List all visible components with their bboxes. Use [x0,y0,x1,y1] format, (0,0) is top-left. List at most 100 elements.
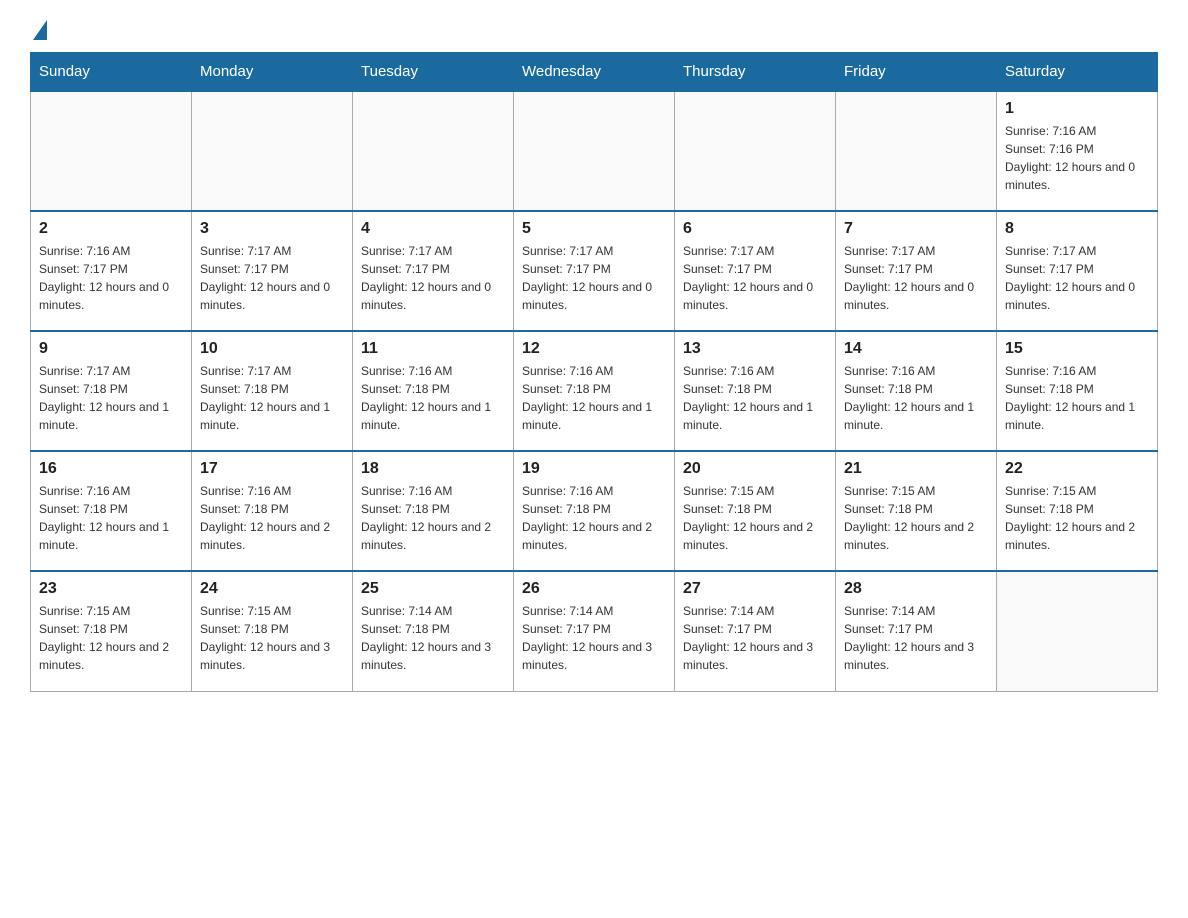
calendar-cell: 17 Sunrise: 7:16 AMSunset: 7:18 PMDayligh… [192,451,353,571]
day-number: 11 [361,340,505,358]
day-info: Sunrise: 7:16 AMSunset: 7:18 PMDaylight:… [683,362,827,434]
calendar-cell: 23 Sunrise: 7:15 AMSunset: 7:18 PMDayligh… [31,571,192,691]
day-number: 23 [39,580,183,598]
page-header [30,20,1158,42]
day-info: Sunrise: 7:15 AMSunset: 7:18 PMDaylight:… [683,482,827,554]
day-info: Sunrise: 7:15 AMSunset: 7:18 PMDaylight:… [1005,482,1149,554]
calendar-cell: 3Sunrise: 7:17 AMSunset: 7:17 PMDaylight… [192,211,353,331]
day-info: Sunrise: 7:17 AMSunset: 7:17 PMDaylight:… [361,242,505,314]
day-number: 22 [1005,460,1149,478]
calendar-cell [514,91,675,211]
day-number: 27 [683,580,827,598]
day-info: Sunrise: 7:16 AMSunset: 7:17 PMDaylight:… [39,242,183,314]
day-number: 8 [1005,220,1149,238]
calendar-cell: 24 Sunrise: 7:15 AMSunset: 7:18 PMDayligh… [192,571,353,691]
weekday-header-wednesday: Wednesday [514,53,675,92]
day-number: 6 [683,220,827,238]
calendar-cell: 18 Sunrise: 7:16 AMSunset: 7:18 PMDayligh… [353,451,514,571]
day-number: 18 [361,460,505,478]
day-info: Sunrise: 7:14 AMSunset: 7:17 PMDaylight:… [683,602,827,674]
day-info: Sunrise: 7:15 AMSunset: 7:18 PMDaylight:… [200,602,344,674]
logo [30,20,47,42]
day-number: 2 [39,220,183,238]
day-number: 14 [844,340,988,358]
week-row-3: 9 Sunrise: 7:17 AMSunset: 7:18 PMDaylight… [31,331,1158,451]
day-number: 10 [200,340,344,358]
day-info: Sunrise: 7:16 AMSunset: 7:18 PMDaylight:… [844,362,988,434]
calendar-cell: 19 Sunrise: 7:16 AMSunset: 7:18 PMDayligh… [514,451,675,571]
day-info: Sunrise: 7:17 AMSunset: 7:17 PMDaylight:… [1005,242,1149,314]
day-number: 21 [844,460,988,478]
day-info: Sunrise: 7:16 AMSunset: 7:18 PMDaylight:… [1005,362,1149,434]
calendar-cell: 10 Sunrise: 7:17 AMSunset: 7:18 PMDayligh… [192,331,353,451]
day-info: Sunrise: 7:16 AMSunset: 7:18 PMDaylight:… [39,482,183,554]
calendar-cell: 13 Sunrise: 7:16 AMSunset: 7:18 PMDayligh… [675,331,836,451]
day-number: 5 [522,220,666,238]
week-row-2: 2 Sunrise: 7:16 AMSunset: 7:17 PMDaylight… [31,211,1158,331]
calendar-cell: 7 Sunrise: 7:17 AMSunset: 7:17 PMDaylight… [836,211,997,331]
calendar-cell: 9Sunrise: 7:17 AMSunset: 7:18 PMDaylight… [31,331,192,451]
day-number: 16 [39,460,183,478]
day-info: Sunrise: 7:16 AMSunset: 7:18 PMDaylight:… [361,482,505,554]
calendar-cell [675,91,836,211]
day-number: 7 [844,220,988,238]
day-info: Sunrise: 7:14 AMSunset: 7:18 PMDaylight:… [361,602,505,674]
calendar-cell: 28 Sunrise: 7:14 AMSunset: 7:17 PMDayligh… [836,571,997,691]
day-number: 19 [522,460,666,478]
calendar-cell [836,91,997,211]
calendar-cell [997,571,1158,691]
calendar-cell: 26Sunrise: 7:14 AMSunset: 7:17 PMDayligh… [514,571,675,691]
calendar-cell: 22 Sunrise: 7:15 AMSunset: 7:18 PMDayligh… [997,451,1158,571]
day-info: Sunrise: 7:14 AMSunset: 7:17 PMDaylight:… [522,602,666,674]
calendar-cell: 5 Sunrise: 7:17 AMSunset: 7:17 PMDaylight… [514,211,675,331]
day-info: Sunrise: 7:17 AMSunset: 7:18 PMDaylight:… [200,362,344,434]
calendar-cell [31,91,192,211]
day-number: 15 [1005,340,1149,358]
weekday-header-friday: Friday [836,53,997,92]
calendar-cell: 11Sunrise: 7:16 AMSunset: 7:18 PMDayligh… [353,331,514,451]
day-info: Sunrise: 7:16 AMSunset: 7:18 PMDaylight:… [522,482,666,554]
day-number: 28 [844,580,988,598]
calendar-cell: 27 Sunrise: 7:14 AMSunset: 7:17 PMDayligh… [675,571,836,691]
weekday-header-thursday: Thursday [675,53,836,92]
week-row-4: 16 Sunrise: 7:16 AMSunset: 7:18 PMDayligh… [31,451,1158,571]
day-number: 25 [361,580,505,598]
day-info: Sunrise: 7:17 AMSunset: 7:17 PMDaylight:… [683,242,827,314]
week-row-1: 1Sunrise: 7:16 AMSunset: 7:16 PMDaylight… [31,91,1158,211]
calendar-cell: 1Sunrise: 7:16 AMSunset: 7:16 PMDaylight… [997,91,1158,211]
calendar-cell: 12 Sunrise: 7:16 AMSunset: 7:18 PMDayligh… [514,331,675,451]
calendar-cell: 21 Sunrise: 7:15 AMSunset: 7:18 PMDayligh… [836,451,997,571]
day-number: 20 [683,460,827,478]
calendar-cell: 2 Sunrise: 7:16 AMSunset: 7:17 PMDaylight… [31,211,192,331]
day-info: Sunrise: 7:14 AMSunset: 7:17 PMDaylight:… [844,602,988,674]
day-info: Sunrise: 7:15 AMSunset: 7:18 PMDaylight:… [39,602,183,674]
weekday-header-sunday: Sunday [31,53,192,92]
day-number: 13 [683,340,827,358]
day-number: 12 [522,340,666,358]
calendar-cell: 14 Sunrise: 7:16 AMSunset: 7:18 PMDayligh… [836,331,997,451]
day-number: 1 [1005,100,1149,118]
day-info: Sunrise: 7:17 AMSunset: 7:17 PMDaylight:… [844,242,988,314]
week-row-5: 23 Sunrise: 7:15 AMSunset: 7:18 PMDayligh… [31,571,1158,691]
calendar-table: SundayMondayTuesdayWednesdayThursdayFrid… [30,52,1158,692]
day-info: Sunrise: 7:16 AMSunset: 7:18 PMDaylight:… [200,482,344,554]
calendar-cell: 25 Sunrise: 7:14 AMSunset: 7:18 PMDayligh… [353,571,514,691]
weekday-header-saturday: Saturday [997,53,1158,92]
day-info: Sunrise: 7:17 AMSunset: 7:17 PMDaylight:… [200,242,344,314]
day-number: 9 [39,340,183,358]
calendar-cell: 4 Sunrise: 7:17 AMSunset: 7:17 PMDaylight… [353,211,514,331]
weekday-header-row: SundayMondayTuesdayWednesdayThursdayFrid… [31,53,1158,92]
day-info: Sunrise: 7:17 AMSunset: 7:17 PMDaylight:… [522,242,666,314]
calendar-cell: 15 Sunrise: 7:16 AMSunset: 7:18 PMDayligh… [997,331,1158,451]
day-info: Sunrise: 7:15 AMSunset: 7:18 PMDaylight:… [844,482,988,554]
day-number: 24 [200,580,344,598]
calendar-cell: 20 Sunrise: 7:15 AMSunset: 7:18 PMDayligh… [675,451,836,571]
calendar-cell [192,91,353,211]
calendar-cell: 16 Sunrise: 7:16 AMSunset: 7:18 PMDayligh… [31,451,192,571]
calendar-cell: 6 Sunrise: 7:17 AMSunset: 7:17 PMDaylight… [675,211,836,331]
day-number: 4 [361,220,505,238]
day-number: 17 [200,460,344,478]
day-info: Sunrise: 7:16 AMSunset: 7:18 PMDaylight:… [522,362,666,434]
logo-triangle-icon [33,20,47,40]
weekday-header-tuesday: Tuesday [353,53,514,92]
